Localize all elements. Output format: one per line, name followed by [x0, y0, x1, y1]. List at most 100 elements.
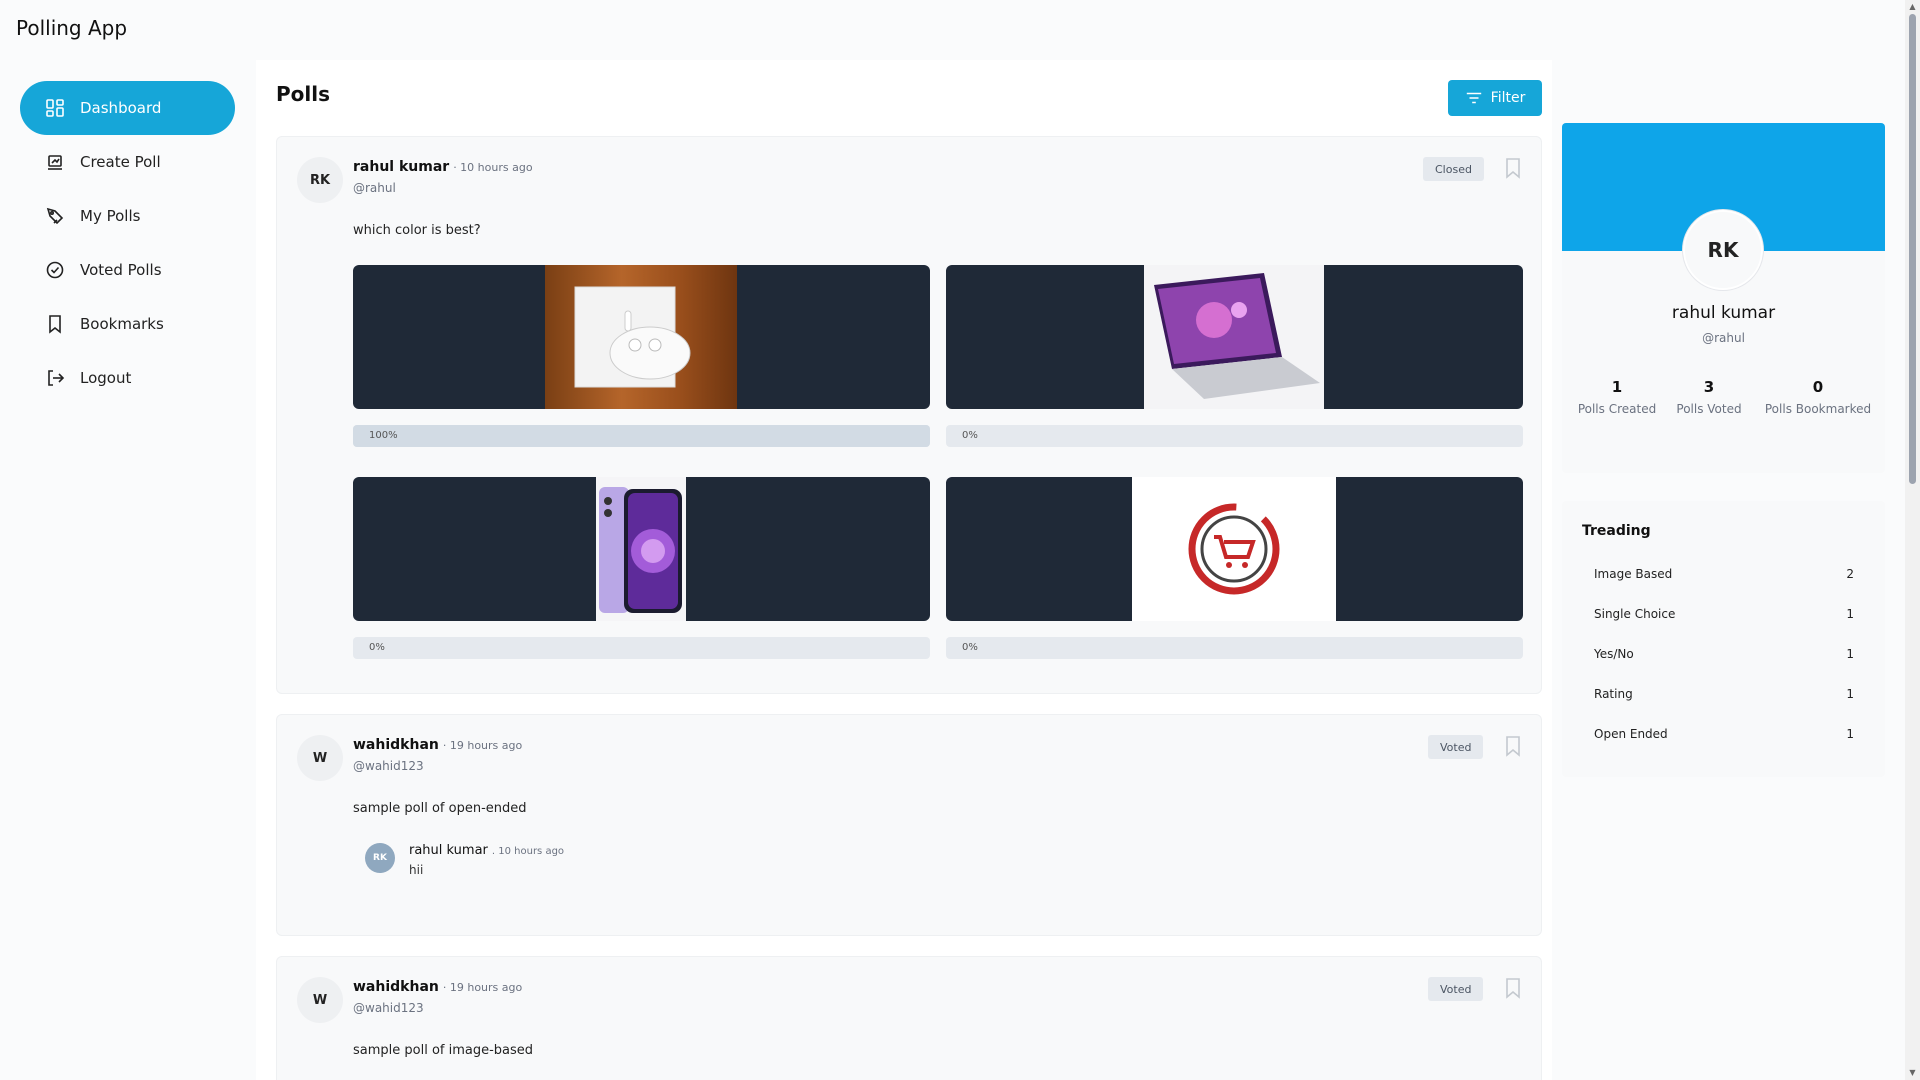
trending-item[interactable]: Single Choice 1	[1594, 607, 1854, 627]
bookmark-icon[interactable]	[1503, 977, 1525, 1001]
poll-option-progress: 100%	[353, 425, 930, 447]
trending-item[interactable]: Image Based 2	[1594, 567, 1854, 587]
sidebar-item-dashboard[interactable]: Dashboard	[20, 81, 235, 135]
poll-time: · 19 hours ago	[442, 981, 523, 994]
page-scrollbar[interactable]: ▲ ▼	[1905, 0, 1920, 1080]
main-content: Polls Filter RK rahul kumar · 10 hours ag…	[256, 60, 1552, 1080]
poll-author-name[interactable]: wahidkhan	[353, 737, 439, 753]
stat-label: Polls Voted	[1676, 402, 1742, 416]
status-badge: Voted	[1428, 735, 1484, 759]
sidebar-item-label: Create Poll	[80, 153, 161, 171]
stat-value: 1	[1611, 378, 1623, 396]
poll-option-progress: 0%	[353, 637, 930, 659]
comment-text: hii	[409, 863, 424, 877]
sidebar-item-label: Dashboard	[80, 99, 162, 117]
stat-value: 3	[1703, 378, 1715, 396]
progress-label: 0%	[962, 642, 978, 653]
poll-time: · 19 hours ago	[442, 739, 523, 752]
trending-item-label: Image Based	[1594, 567, 1673, 581]
progress-label: 0%	[962, 430, 978, 441]
trending-card: Treading Image Based 2 Single Choice 1 Y…	[1562, 501, 1885, 777]
comment-time: . 10 hours ago	[491, 846, 565, 857]
trending-item-count: 1	[1846, 687, 1854, 701]
poll-handle: @wahid123	[353, 1001, 424, 1015]
page-title: Polls	[276, 82, 331, 106]
poll-author: wahidkhan · 19 hours ago	[353, 737, 522, 753]
filter-button[interactable]: Filter	[1448, 80, 1542, 116]
top-bar: Polling App	[0, 0, 1900, 60]
sidebar-item-label: Voted Polls	[80, 261, 162, 279]
poll-option-image[interactable]	[353, 265, 930, 409]
sidebar-item-label: My Polls	[80, 207, 141, 225]
filter-button-label: Filter	[1490, 90, 1526, 106]
trending-item[interactable]: Rating 1	[1594, 687, 1854, 707]
scroll-thumb[interactable]	[1909, 14, 1916, 484]
poll-time: · 10 hours ago	[453, 161, 533, 174]
stat-polls-created: 1 Polls Created	[1572, 378, 1662, 416]
poll-author-name[interactable]: wahidkhan	[353, 979, 439, 995]
profile-card: RK rahul kumar @rahul 1 Polls Created 3 …	[1562, 123, 1885, 473]
avatar: RK	[365, 843, 395, 873]
sidebar: Dashboard Create Poll My Polls Voted Pol…	[0, 60, 256, 1080]
poll-option-image[interactable]	[353, 477, 930, 621]
comment-author-name: rahul kumar	[409, 843, 488, 858]
poll-author: wahidkhan · 19 hours ago	[353, 979, 522, 995]
poll-option-image[interactable]	[946, 265, 1523, 409]
scroll-up-icon[interactable]: ▲	[1908, 2, 1917, 11]
bookmark-icon	[44, 313, 66, 335]
poll-question: sample poll of open-ended	[353, 801, 527, 816]
bookmark-icon[interactable]	[1503, 157, 1525, 181]
poll-card: W wahidkhan · 19 hours ago @wahid123 Vote…	[276, 714, 1542, 936]
trending-item-label: Yes/No	[1594, 647, 1634, 661]
stat-label: Polls Created	[1577, 402, 1657, 416]
status-badge: Closed	[1423, 157, 1484, 181]
status-badge: Voted	[1428, 977, 1484, 1001]
filter-icon	[1466, 92, 1481, 104]
stat-polls-voted: 3 Polls Voted	[1666, 378, 1752, 416]
avatar: RK	[297, 157, 343, 203]
create-poll-icon	[44, 151, 66, 173]
trending-item-count: 2	[1846, 567, 1854, 581]
poll-handle: @rahul	[353, 181, 396, 195]
logout-icon	[44, 367, 66, 389]
avatar: RK	[1683, 210, 1763, 290]
profile-name: rahul kumar	[1671, 303, 1776, 323]
sidebar-item-my-polls[interactable]: My Polls	[20, 189, 235, 243]
trending-item-label: Rating	[1594, 687, 1633, 701]
progress-fill	[353, 425, 930, 447]
shopping-cart-logo-image	[1132, 477, 1336, 621]
my-polls-icon	[44, 205, 66, 227]
right-panel: RK rahul kumar @rahul 1 Polls Created 3 …	[1552, 60, 1900, 1080]
progress-label: 0%	[369, 642, 385, 653]
stat-label: Polls Bookmarked	[1764, 402, 1872, 416]
poll-author-name[interactable]: rahul kumar	[353, 159, 449, 175]
poll-option-image[interactable]	[946, 477, 1523, 621]
sidebar-item-bookmarks[interactable]: Bookmarks	[20, 297, 235, 351]
sidebar-item-logout[interactable]: Logout	[20, 351, 235, 405]
profile-handle: @rahul	[1702, 331, 1745, 345]
comment-author: rahul kumar. 10 hours ago	[409, 843, 564, 858]
dashboard-icon	[44, 97, 66, 119]
sidebar-item-label: Logout	[80, 369, 132, 387]
avatar: W	[297, 735, 343, 781]
trending-item[interactable]: Yes/No 1	[1594, 647, 1854, 667]
poll-question: which color is best?	[353, 223, 481, 238]
iphone-image	[596, 477, 686, 621]
trending-item-count: 1	[1846, 607, 1854, 621]
trending-item-label: Open Ended	[1594, 727, 1668, 741]
poll-card: W wahidkhan · 19 hours ago @wahid123 Vote…	[276, 956, 1542, 1080]
stat-polls-bookmarked: 0 Polls Bookmarked	[1758, 378, 1878, 416]
sidebar-item-create-poll[interactable]: Create Poll	[20, 135, 235, 189]
trending-item-label: Single Choice	[1594, 607, 1676, 621]
app-title: Polling App	[16, 16, 128, 40]
check-circle-icon	[44, 259, 66, 281]
poll-handle: @wahid123	[353, 759, 424, 773]
bookmark-icon[interactable]	[1503, 735, 1525, 759]
trending-item[interactable]: Open Ended 1	[1594, 727, 1854, 747]
poll-option-progress: 0%	[946, 425, 1523, 447]
avatar: W	[297, 977, 343, 1023]
scroll-down-icon[interactable]: ▼	[1908, 1068, 1917, 1077]
sidebar-item-voted-polls[interactable]: Voted Polls	[20, 243, 235, 297]
sidebar-item-label: Bookmarks	[80, 315, 164, 333]
airpods-image	[545, 265, 737, 409]
